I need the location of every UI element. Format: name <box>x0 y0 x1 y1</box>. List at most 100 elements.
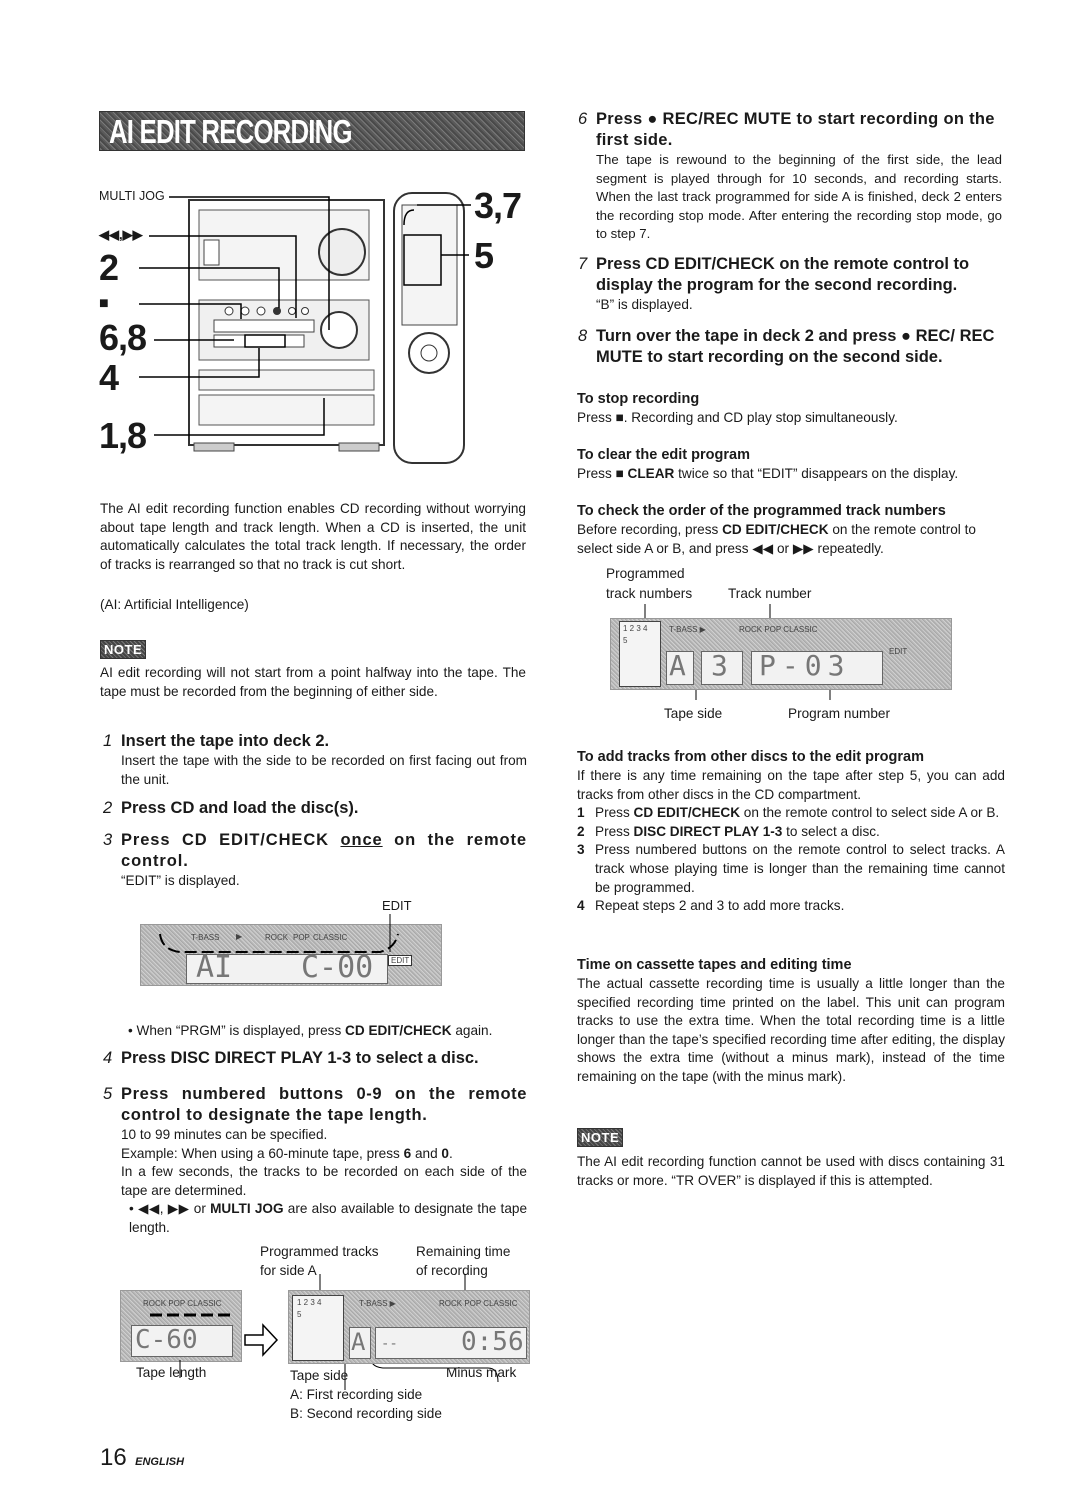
step-heading: Press CD EDIT/CHECK on the remote contro… <box>596 255 970 294</box>
step-2: 2 Press CD and load the disc(s). <box>103 798 527 819</box>
step-body: “EDIT” is displayed. <box>121 873 240 888</box>
track-list-panel: 1 2 3 4 5 <box>619 621 661 687</box>
remaining-time-digits: 0:56 <box>461 1327 524 1357</box>
section-heading: To stop recording <box>577 391 700 407</box>
time-on-cassette-section: Time on cassette tapes and editing time … <box>577 956 1005 1087</box>
language-label: ENGLISH <box>135 1456 185 1468</box>
step-number: 1 <box>103 732 113 750</box>
bullet-text-end: again. <box>451 1023 493 1038</box>
example-text: Example: When using a 60-minute tape, pr… <box>121 1145 404 1161</box>
tape-side-label: Tape side <box>290 1368 349 1383</box>
step-number: 5 <box>103 1085 113 1103</box>
step-number: 6 <box>578 110 588 128</box>
item-text: Press <box>595 823 634 839</box>
minus-mark-label: Minus mark <box>446 1365 517 1380</box>
step-heading: Press numbered buttons 0-9 on the remote… <box>121 1085 527 1124</box>
bullet-bold: MULTI JOG <box>210 1201 284 1217</box>
step-6-8-callout: 6,8 <box>99 317 147 358</box>
step-number: 8 <box>578 327 588 345</box>
item-text-end: to select a disc. <box>782 823 880 839</box>
step-7: 7 Press CD EDIT/CHECK on the remote contr… <box>578 254 1002 315</box>
step-6: 6 Press ● REC/REC MUTE to start recording… <box>578 109 1002 244</box>
step-8: 8 Turn over the tape in deck 2 and press … <box>578 326 1002 368</box>
step-5-determined: In a few seconds, the tracks to be recor… <box>121 1164 527 1198</box>
page-title: AI EDIT RECORDING <box>109 113 353 150</box>
programmed-track-5: 5 <box>623 636 628 645</box>
item-number: 2 <box>577 823 585 839</box>
step-3: 3 Press CD EDIT/CHECK once on the remote … <box>103 830 527 891</box>
edit-indicator: EDIT <box>889 647 908 656</box>
lcd-figure-edit: EDIT T-BASS ▶ ROCK POP CLASSIC AI C-00 E… <box>140 898 442 1008</box>
item-number: 1 <box>577 805 585 821</box>
section-heading: To clear the edit program <box>577 447 750 463</box>
step-body: 10 to 99 minutes can be specified. <box>121 1127 328 1142</box>
lcd-display: 1 2 3 4 5 T-BASS ▶ ROCK POP CLASSIC EDIT… <box>610 618 952 690</box>
step-heading: Press CD EDIT/CHECK <box>121 831 341 849</box>
step-1-8-callout: 1,8 <box>99 415 147 456</box>
lcd-figure-tape: Programmed tracks for side A Remaining t… <box>120 1240 530 1430</box>
t-bass-play-indicators: T-BASS ▶ <box>669 625 706 634</box>
step-1: 1 Insert the tape into deck 2. Insert the… <box>103 731 527 789</box>
stereo-and-remote-illustration <box>139 192 471 464</box>
to-check-section: To check the order of the programmed tra… <box>577 502 1005 558</box>
device-figure: MULTI JOG ◀◀,▶▶ 2 ■ 6,8 4 1,8 3,7 5 <box>99 185 522 470</box>
section-body: The actual cassette recording time is us… <box>577 976 1005 1084</box>
page-number: 16 <box>100 1444 127 1471</box>
to-add-section: To add tracks from other discs to the ed… <box>577 748 1005 916</box>
multi-jog-label: MULTI JOG <box>99 189 165 203</box>
section-body: If there is any time remaining on the ta… <box>577 768 1005 802</box>
step-heading: Press ● REC/REC MUTE to start recording … <box>596 110 995 149</box>
section-heading: To add tracks from other discs to the ed… <box>577 749 924 765</box>
step-body: The tape is rewound to the beginning of … <box>596 152 1002 242</box>
step-5-callout: 5 <box>474 235 494 276</box>
step-heading: Press CD and load the disc(s). <box>121 799 359 817</box>
step-heading: Press DISC DIRECT PLAY 1-3 to select a d… <box>121 1049 479 1067</box>
item-text: Press numbered buttons on the remote con… <box>595 842 1005 895</box>
cd-edit-check-key: CD EDIT/CHECK <box>722 522 829 537</box>
lcd-remaining-time: 1 2 3 4 5 T-BASS ▶ ROCK POP CLASSIC A --… <box>288 1290 530 1364</box>
intro-paragraph: The AI edit recording function enables C… <box>100 501 526 572</box>
step-body: “B” is displayed. <box>596 297 693 312</box>
step-number: 4 <box>103 1049 113 1067</box>
step-3-bullet: • When “PRGM” is displayed, press CD EDI… <box>128 1022 528 1041</box>
section-body: Press ■. Recording and CD play stop simu… <box>577 410 898 425</box>
step-number: 2 <box>103 799 113 817</box>
item-number: 4 <box>577 898 585 914</box>
section-body: Before recording, press CD EDIT/CHECK on… <box>577 521 1005 558</box>
tape-side-digit: A <box>351 1328 366 1356</box>
side-b-label: B: Second recording side <box>290 1406 442 1421</box>
program-number-label: Program number <box>788 706 890 721</box>
example-text-end: . <box>448 1145 453 1161</box>
step-4: 4 Press DISC DIRECT PLAY 1-3 to select a … <box>103 1048 527 1069</box>
programmed-track-numbers: 1 2 3 4 <box>623 624 648 633</box>
page-footer: 16 ENGLISH <box>100 1444 184 1472</box>
t-bass-play-indicators: T-BASS ▶ <box>359 1299 396 1308</box>
example-key-0: 0 <box>441 1145 449 1161</box>
track-list-panel: 1 2 3 4 5 <box>292 1295 344 1361</box>
step-heading-emphasis: once <box>340 831 383 849</box>
bullet-text: • When “PRGM” is displayed, press <box>128 1023 346 1038</box>
lcd-figure-check: Programmed track numbers Track number 1 … <box>600 566 960 726</box>
clear-key: CLEAR <box>627 466 675 481</box>
bullet-text: • ◀◀, ▶▶ or <box>129 1201 211 1217</box>
note-text: AI edit recording will not start from a … <box>100 665 526 699</box>
step-5-bullet: • ◀◀, ▶▶ or MULTI JOG are also available… <box>121 1200 527 1237</box>
genre-indicators: ROCK POP CLASSIC <box>739 625 818 634</box>
list-item: 3 Press numbered buttons on the remote co… <box>577 841 1005 897</box>
to-stop-section: To stop recording Press ■. Recording and… <box>577 390 1005 428</box>
bullet-bold: CD EDIT/CHECK <box>345 1023 452 1038</box>
step-5: 5 Press numbered buttons 0-9 on the remot… <box>103 1084 527 1238</box>
step-4-callout: 4 <box>99 357 119 398</box>
item-text: Repeat steps 2 and 3 to add more tracks. <box>595 898 845 914</box>
list-item: 1 Press CD EDIT/CHECK on the remote contr… <box>577 804 1005 823</box>
to-clear-section: To clear the edit program Press ■ CLEAR … <box>577 446 1005 484</box>
note-text-2: The AI edit recording function cannot be… <box>577 1154 1005 1188</box>
body-text: Press ■ <box>577 466 628 481</box>
minus-mark: -- <box>381 1336 398 1352</box>
note-badge: NOTE <box>100 640 147 659</box>
genre-indicators: ROCK POP CLASSIC <box>439 1299 518 1308</box>
side-a-label: A: First recording side <box>290 1387 423 1402</box>
arrow-right-icon <box>244 1323 279 1357</box>
step-number: 3 <box>103 831 114 849</box>
track-number-digit: 3 <box>711 649 728 682</box>
